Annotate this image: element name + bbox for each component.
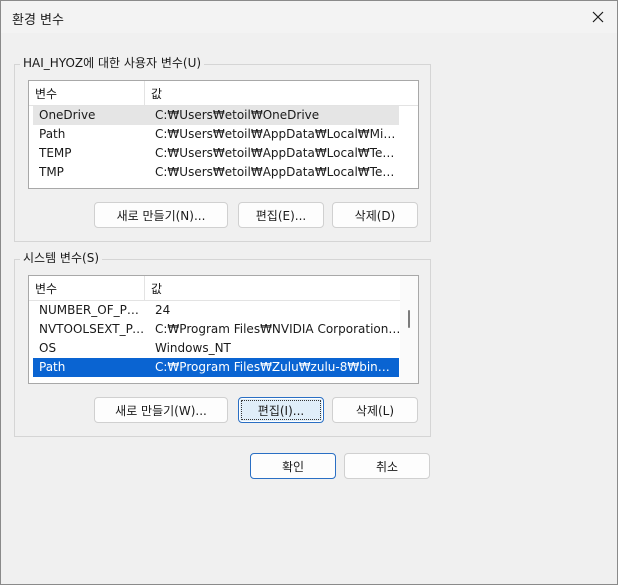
variable-name: NUMBER_OF_PRO... [39,303,147,317]
title-bar: 환경 변수 [1,1,617,33]
system-delete-button[interactable]: 삭제(L) [332,397,418,423]
list-item[interactable]: Path C:₩Users₩etoil₩AppData₩Local₩Micros… [33,125,401,144]
variable-name: OS [39,341,57,355]
header-value[interactable]: 값 [151,85,162,102]
variable-value: C:₩Users₩etoil₩AppData₩Local₩Microsoft..… [155,127,401,141]
header-separator[interactable] [144,276,145,300]
list-item[interactable]: OneDrive C:₩Users₩etoil₩OneDrive [33,106,399,125]
close-icon [592,11,604,23]
user-variables-list[interactable]: 변수 값 OneDrive C:₩Users₩etoil₩OneDrive Pa… [28,80,419,189]
user-delete-button[interactable]: 삭제(D) [332,202,418,228]
variable-name: TMP [39,165,64,179]
system-variables-label: 시스템 변수(S) [20,249,102,266]
list-item[interactable]: TEMP C:₩Users₩etoil₩AppData₩Local₩Temp [33,144,401,163]
list-item[interactable]: TMP C:₩Users₩etoil₩AppData₩Local₩Temp [33,163,401,182]
variable-name: OneDrive [39,108,96,122]
variable-name: TEMP [39,146,72,160]
window-title: 환경 변수 [12,13,64,28]
variable-value: Windows_NT [155,341,231,355]
list-item[interactable]: OS Windows_NT [33,339,399,358]
environment-variables-dialog: 환경 변수 HAI_HYOZ에 대한 사용자 변수(U) 변수 값 OneDri… [0,0,618,585]
header-separator[interactable] [144,81,145,105]
vertical-scrollbar[interactable] [400,276,418,383]
variable-value: 24 [155,303,171,317]
header-value[interactable]: 값 [151,280,162,297]
list-item[interactable]: NUMBER_OF_PRO... 24 [33,301,399,320]
list-header: 변수 값 [29,276,418,301]
user-variables-label: HAI_HYOZ에 대한 사용자 변수(U) [20,54,205,71]
variable-name: Path [39,360,66,374]
variable-value: C:₩Program Files₩Zulu₩zulu-8₩bin₩;C:₩... [155,360,401,374]
scrollbar-thumb[interactable] [408,310,410,328]
system-edit-button[interactable]: 편집(I)... [238,397,324,423]
list-header: 변수 값 [29,81,418,106]
user-edit-button[interactable]: 편집(E)... [238,202,324,228]
list-item-selected[interactable]: Path C:₩Program Files₩Zulu₩zulu-8₩bin₩;C… [33,358,401,377]
variable-value: C:₩Program Files₩NVIDIA Corporation₩Nv..… [155,322,401,336]
close-button[interactable] [585,5,611,29]
variable-value: C:₩Users₩etoil₩AppData₩Local₩Temp [155,146,401,160]
system-new-button[interactable]: 새로 만들기(W)... [94,397,228,423]
header-variable[interactable]: 변수 [35,85,57,102]
variable-value: C:₩Users₩etoil₩AppData₩Local₩Temp [155,165,401,179]
system-variables-list[interactable]: 변수 값 NUMBER_OF_PRO... 24 NVTOOLSEXT_PATH… [28,275,419,384]
variable-value: C:₩Users₩etoil₩OneDrive [155,108,320,122]
user-new-button[interactable]: 새로 만들기(N)... [94,202,228,228]
cancel-button[interactable]: 취소 [344,453,430,479]
ok-button[interactable]: 확인 [250,453,336,479]
variable-name: NVTOOLSEXT_PATH [39,322,147,336]
variable-name: Path [39,127,66,141]
list-item[interactable]: NVTOOLSEXT_PATH C:₩Program Files₩NVIDIA … [33,320,401,339]
header-variable[interactable]: 변수 [35,280,57,297]
